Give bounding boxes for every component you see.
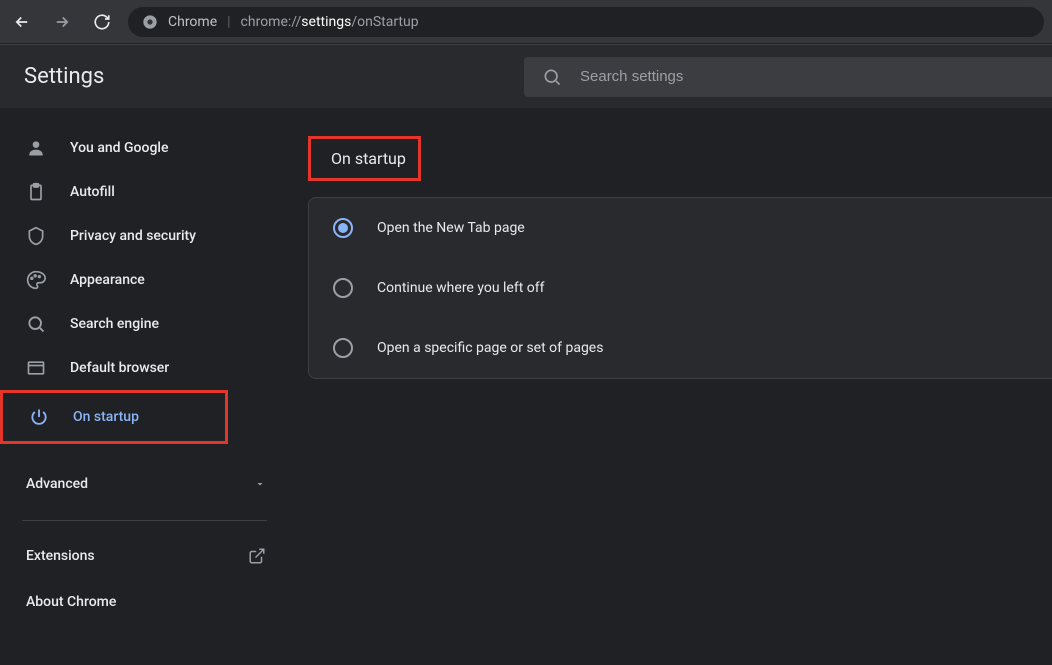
shield-icon	[26, 226, 46, 246]
browser-toolbar: Chrome | chrome://settings/onStartup	[0, 0, 1052, 44]
sidebar-item-label: Search engine	[70, 316, 159, 332]
annotation-highlight-sidebar: On startup	[0, 390, 228, 444]
page-title: Settings	[24, 64, 104, 89]
startup-option-new-tab[interactable]: Open the New Tab page	[309, 198, 1052, 258]
sidebar-item-appearance[interactable]: Appearance	[0, 258, 290, 302]
startup-option-specific-pages[interactable]: Open a specific page or set of pages	[309, 318, 1052, 378]
divider	[22, 520, 267, 521]
forward-button[interactable]	[48, 8, 76, 36]
browser-icon	[26, 358, 46, 378]
palette-icon	[26, 270, 46, 290]
extensions-label: Extensions	[26, 548, 95, 564]
sidebar-item-default-browser[interactable]: Default browser	[0, 346, 290, 390]
about-label: About Chrome	[26, 594, 116, 610]
chrome-site-icon	[142, 14, 158, 30]
option-label: Open the New Tab page	[377, 220, 525, 236]
separator: |	[227, 14, 230, 30]
section-title: On startup	[319, 139, 418, 178]
sidebar-link-extensions[interactable]: Extensions	[0, 533, 308, 579]
clipboard-icon	[26, 182, 46, 202]
advanced-label: Advanced	[26, 476, 88, 492]
person-icon	[26, 138, 46, 158]
site-label: Chrome	[168, 14, 217, 30]
reload-button[interactable]	[88, 8, 116, 36]
sidebar-item-label: On startup	[73, 409, 139, 425]
search-input[interactable]	[580, 68, 1034, 85]
sidebar-item-label: Autofill	[70, 184, 115, 200]
sidebar-item-label: Privacy and security	[70, 228, 196, 244]
settings-header: Settings	[0, 44, 1052, 108]
address-bar[interactable]: Chrome | chrome://settings/onStartup	[128, 7, 1044, 37]
search-settings-box[interactable]	[524, 57, 1052, 97]
sidebar-item-label: You and Google	[70, 140, 168, 156]
sidebar-item-you-and-google[interactable]: You and Google	[0, 126, 290, 170]
sidebar-advanced-toggle[interactable]: Advanced	[0, 460, 308, 508]
sidebar-item-search-engine[interactable]: Search engine	[0, 302, 290, 346]
annotation-highlight-title: On startup	[308, 136, 421, 181]
radio-icon	[333, 278, 353, 298]
settings-sidebar: You and Google Autofill Privacy and secu…	[0, 108, 308, 665]
main-content: On startup Open the New Tab page Continu…	[308, 108, 1052, 665]
startup-option-continue[interactable]: Continue where you left off	[309, 258, 1052, 318]
sidebar-item-label: Default browser	[70, 360, 169, 376]
external-link-icon	[248, 547, 266, 565]
option-label: Open a specific page or set of pages	[377, 340, 603, 356]
url-text: chrome://settings/onStartup	[241, 14, 419, 30]
power-icon	[29, 407, 49, 427]
sidebar-item-label: Appearance	[70, 272, 145, 288]
option-label: Continue where you left off	[377, 280, 545, 296]
radio-icon	[333, 218, 353, 238]
search-icon	[542, 67, 562, 87]
chevron-down-icon	[254, 478, 266, 490]
sidebar-link-about[interactable]: About Chrome	[0, 579, 308, 625]
search-icon	[26, 314, 46, 334]
sidebar-item-autofill[interactable]: Autofill	[0, 170, 290, 214]
back-button[interactable]	[8, 8, 36, 36]
sidebar-item-on-startup[interactable]: On startup	[3, 395, 225, 439]
startup-options-card: Open the New Tab page Continue where you…	[308, 197, 1052, 379]
sidebar-item-privacy-security[interactable]: Privacy and security	[0, 214, 290, 258]
radio-icon	[333, 338, 353, 358]
